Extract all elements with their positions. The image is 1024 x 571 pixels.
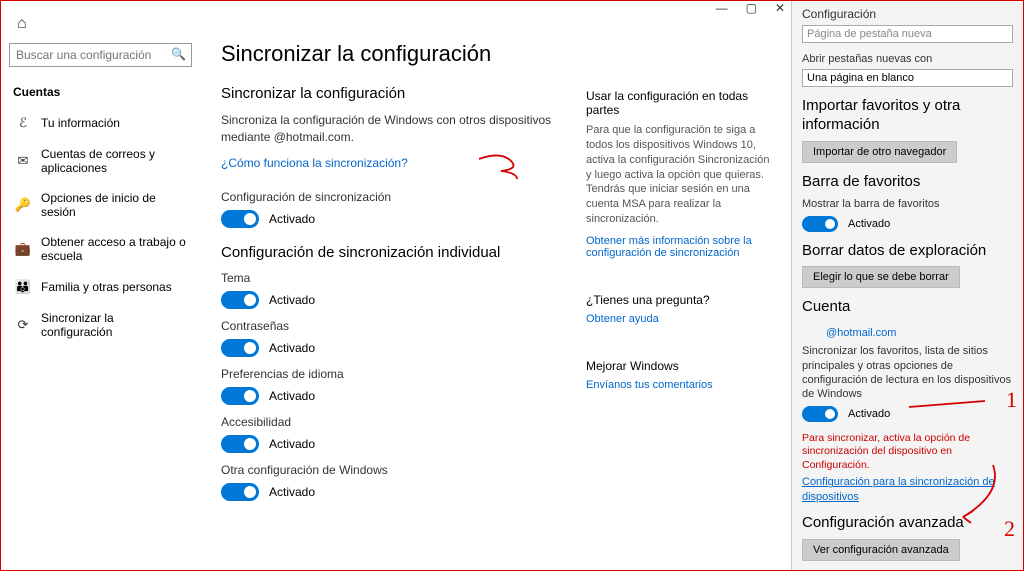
person-card-icon: ℰ bbox=[13, 115, 33, 131]
account-email-link[interactable]: @hotmail.com bbox=[826, 326, 896, 340]
maximize-icon[interactable]: ▢ bbox=[746, 1, 757, 15]
toggle-theme[interactable] bbox=[221, 291, 259, 309]
toggle-state: Activado bbox=[269, 485, 315, 499]
minimize-icon[interactable]: — bbox=[716, 1, 728, 15]
favbar-title: Barra de favoritos bbox=[802, 173, 1013, 192]
sync-config-state: Activado bbox=[269, 212, 315, 226]
sync-account-desc: Sincronizar los favoritos, lista de siti… bbox=[802, 344, 1013, 401]
section-title-individual: Configuración de sincronización individu… bbox=[221, 244, 556, 261]
page-title: Sincronizar la configuración bbox=[221, 41, 556, 67]
sync-icon: ⟳ bbox=[13, 317, 33, 333]
sidebar-item-label: Obtener acceso a trabajo o escuela bbox=[41, 235, 188, 263]
favbar-toggle[interactable] bbox=[802, 216, 838, 232]
account-title: Cuenta bbox=[802, 298, 1013, 317]
sync-config-toggle-row: Activado bbox=[221, 210, 556, 228]
favbar-state: Activado bbox=[848, 218, 890, 230]
settings-content: — ▢ ✕ Sincronizar la configuración Sincr… bbox=[201, 1, 791, 570]
sync-description: Sincroniza la configuración de Windows c… bbox=[221, 112, 556, 146]
toggle-label: Tema bbox=[221, 271, 556, 285]
close-icon[interactable]: ✕ bbox=[775, 1, 785, 15]
toggle-row-theme: Activado bbox=[221, 291, 556, 309]
sidebar-item-family[interactable]: 👪 Familia y otras personas bbox=[1, 271, 200, 303]
briefcase-icon: 💼 bbox=[13, 241, 33, 257]
dropdown-new-tabs[interactable]: Una página en blanco bbox=[802, 69, 1013, 87]
toggle-row-accessibility: Activado bbox=[221, 435, 556, 453]
sidebar-item-email[interactable]: ✉ Cuentas de correos y aplicaciones bbox=[1, 139, 200, 183]
more-info-link[interactable]: Obtener más información sobre la configu… bbox=[586, 235, 771, 259]
settings-main-column: Sincronizar la configuración Sincronizar… bbox=[221, 15, 586, 556]
account-sync-toggle-row: Activado bbox=[802, 406, 1013, 422]
feedback-link[interactable]: Envíanos tus comentarios bbox=[586, 379, 713, 391]
toggle-label: Accesibilidad bbox=[221, 415, 556, 429]
clear-title: Borrar datos de exploración bbox=[802, 242, 1013, 261]
improve-title: Mejorar Windows bbox=[586, 359, 771, 373]
toggle-label: Otra configuración de Windows bbox=[221, 463, 556, 477]
sidebar-item-label: Tu información bbox=[41, 116, 120, 130]
toggle-accessibility[interactable] bbox=[221, 435, 259, 453]
edge-panel-title: Configuración bbox=[802, 7, 1013, 21]
sidebar-item-label: Sincronizar la configuración bbox=[41, 311, 188, 339]
advanced-title: Configuración avanzada bbox=[802, 514, 1013, 533]
sync-config-label: Configuración de sincronización bbox=[221, 190, 556, 204]
sidebar-item-sync[interactable]: ⟳ Sincronizar la configuración bbox=[1, 303, 200, 347]
use-everywhere-title: Usar la configuración en todas partes bbox=[586, 89, 771, 117]
toggle-label: Contraseñas bbox=[221, 319, 556, 333]
toggle-row-language: Activado bbox=[221, 387, 556, 405]
sidebar-item-signin[interactable]: 🔑 Opciones de inicio de sesión bbox=[1, 183, 200, 227]
toggle-row-passwords: Activado bbox=[221, 339, 556, 357]
key-icon: 🔑 bbox=[13, 197, 33, 213]
clear-button[interactable]: Elegir lo que se debe borrar bbox=[802, 266, 960, 288]
toggle-state: Activado bbox=[269, 389, 315, 403]
sidebar-item-label: Cuentas de correos y aplicaciones bbox=[41, 147, 188, 175]
search-box: 🔍 bbox=[9, 43, 192, 67]
favbar-label: Mostrar la barra de favoritos bbox=[802, 197, 1013, 211]
sync-config-toggle[interactable] bbox=[221, 210, 259, 228]
settings-side-column: Usar la configuración en todas partes Pa… bbox=[586, 15, 771, 556]
sidebar-item-label: Familia y otras personas bbox=[41, 280, 172, 294]
toggle-passwords[interactable] bbox=[221, 339, 259, 357]
import-title: Importar favoritos y otra información bbox=[802, 97, 1013, 135]
edge-settings-panel: Configuración Página de pestaña nueva Ab… bbox=[791, 1, 1023, 570]
advanced-button[interactable]: Ver configuración avanzada bbox=[802, 539, 960, 561]
toggle-other[interactable] bbox=[221, 483, 259, 501]
how-sync-link[interactable]: ¿Cómo funciona la sincronización? bbox=[221, 156, 408, 170]
open-tabs-label: Abrir pestañas nuevas con bbox=[802, 53, 1013, 65]
import-button[interactable]: Importar de otro navegador bbox=[802, 141, 957, 163]
toggle-state: Activado bbox=[269, 437, 315, 451]
account-sync-state: Activado bbox=[848, 408, 890, 420]
help-link[interactable]: Obtener ayuda bbox=[586, 313, 659, 325]
sidebar-category: Cuentas bbox=[1, 79, 200, 107]
dropdown-home-page[interactable]: Página de pestaña nueva bbox=[802, 25, 1013, 43]
favbar-toggle-row: Activado bbox=[802, 216, 1013, 232]
settings-sidebar: ⌂ 🔍 Cuentas ℰ Tu información ✉ Cuentas d… bbox=[1, 1, 201, 570]
window-controls: — ▢ ✕ bbox=[716, 1, 785, 15]
device-sync-config-link[interactable]: Configuración para la sincronización de … bbox=[802, 475, 1013, 504]
toggle-label: Preferencias de idioma bbox=[221, 367, 556, 381]
use-everywhere-desc: Para que la configuración te siga a todo… bbox=[586, 123, 771, 227]
account-sync-toggle[interactable] bbox=[802, 406, 838, 422]
question-title: ¿Tienes una pregunta? bbox=[586, 293, 771, 307]
family-icon: 👪 bbox=[13, 279, 33, 295]
toggle-state: Activado bbox=[269, 293, 315, 307]
search-input[interactable] bbox=[9, 43, 192, 67]
mail-icon: ✉ bbox=[13, 153, 33, 169]
sync-warning: Para sincronizar, activa la opción de si… bbox=[802, 432, 1013, 473]
sidebar-item-info[interactable]: ℰ Tu información bbox=[1, 107, 200, 139]
sidebar-item-work[interactable]: 💼 Obtener acceso a trabajo o escuela bbox=[1, 227, 200, 271]
sidebar-item-label: Opciones de inicio de sesión bbox=[41, 191, 188, 219]
home-icon[interactable]: ⌂ bbox=[17, 15, 200, 33]
toggle-language[interactable] bbox=[221, 387, 259, 405]
toggle-state: Activado bbox=[269, 341, 315, 355]
toggle-row-other: Activado bbox=[221, 483, 556, 501]
section-title-sync: Sincronizar la configuración bbox=[221, 85, 556, 102]
